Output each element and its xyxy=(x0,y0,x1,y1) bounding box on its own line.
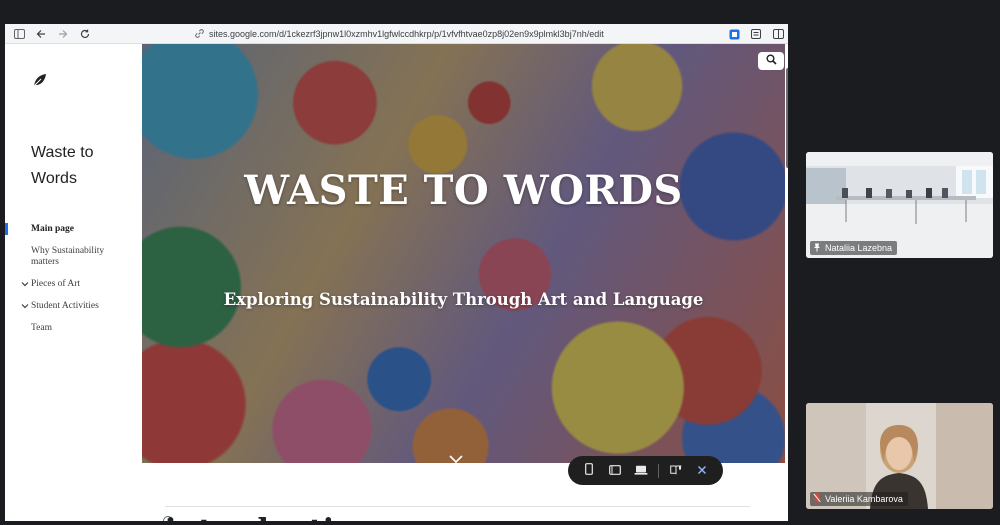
nav-item-team[interactable]: Team xyxy=(5,323,142,334)
nav-item-label: Pieces of Art xyxy=(31,279,81,289)
site-sidebar: Waste to Words Main page Why Sustainabil… xyxy=(5,44,142,521)
tablet-icon xyxy=(609,462,621,480)
leaf-logo-icon xyxy=(32,72,48,88)
browser-toolbar: sites.google.com/d/1ckezrf3jpnw1l0xzmhv1… xyxy=(5,24,788,44)
toolbar-divider xyxy=(658,463,659,478)
participant-name-chip: Nataliia Lazebna xyxy=(810,241,898,255)
close-icon xyxy=(697,462,707,480)
hero-subtitle: Exploring Sustainability Through Art and… xyxy=(223,290,704,309)
section-heading: introduction xyxy=(165,512,376,521)
chevron-down-icon[interactable] xyxy=(21,302,29,310)
search-icon xyxy=(766,52,777,70)
laptop-icon xyxy=(634,462,648,480)
search-button[interactable] xyxy=(758,52,784,70)
extension-icon[interactable] xyxy=(726,26,742,42)
link-icon xyxy=(195,28,204,40)
site-title[interactable]: Waste to Words xyxy=(31,140,136,192)
nav-item-pieces-of-art[interactable]: Pieces of Art xyxy=(5,279,142,290)
book-icon xyxy=(670,462,682,480)
section-divider xyxy=(165,506,750,507)
shared-browser-window: sites.google.com/d/1ckezrf3jpnw1l0xzmhv1… xyxy=(5,24,788,521)
participant-video-tile[interactable]: Nataliia Lazebna xyxy=(806,152,993,258)
participant-name: Nataliia Lazebna xyxy=(825,243,893,253)
mic-muted-icon xyxy=(813,493,821,505)
address-bar[interactable]: sites.google.com/d/1ckezrf3jpnw1l0xzmhv1… xyxy=(195,27,604,41)
tablet-preview-button[interactable] xyxy=(602,461,628,481)
hero-title: WASTE TO WORDS xyxy=(244,167,683,214)
hero-banner: WASTE TO WORDS Exploring Sustainability … xyxy=(142,44,785,463)
nav-item-student-activities[interactable]: Student Activities xyxy=(5,301,142,312)
site-navigation: Main page Why Sustainability matters Pie… xyxy=(5,223,142,334)
nav-item-why-sustainability-matters[interactable]: Why Sustainability matters xyxy=(5,246,117,268)
hero-overlay xyxy=(142,44,785,463)
nav-item-main-page[interactable]: Main page xyxy=(5,223,142,235)
reload-icon[interactable] xyxy=(77,26,93,42)
sidebar-toggle-icon[interactable] xyxy=(11,26,27,42)
device-preview-toolbar xyxy=(568,456,723,485)
participant-name: Valeriia Kambarova xyxy=(825,494,903,504)
url-text: sites.google.com/d/1ckezrf3jpnw1l0xzmhv1… xyxy=(209,29,604,39)
help-guide-button[interactable] xyxy=(663,461,689,481)
phone-icon xyxy=(585,462,593,480)
participant-name-chip: Valeriia Kambarova xyxy=(810,492,908,506)
split-view-icon[interactable] xyxy=(770,26,786,42)
pin-icon xyxy=(813,243,821,254)
reader-mode-icon[interactable] xyxy=(748,26,764,42)
scrollbar[interactable] xyxy=(786,68,788,168)
phone-preview-button[interactable] xyxy=(576,461,602,481)
participant-video-tile[interactable]: Valeriia Kambarova xyxy=(806,403,993,509)
forward-arrow-icon[interactable] xyxy=(55,26,71,42)
scroll-down-chevron-icon[interactable] xyxy=(448,452,464,463)
back-arrow-icon[interactable] xyxy=(33,26,49,42)
desktop-preview-button[interactable] xyxy=(628,461,654,481)
nav-item-label: Student Activities xyxy=(31,301,99,311)
close-preview-button[interactable] xyxy=(689,461,715,481)
chevron-down-icon[interactable] xyxy=(21,280,29,288)
